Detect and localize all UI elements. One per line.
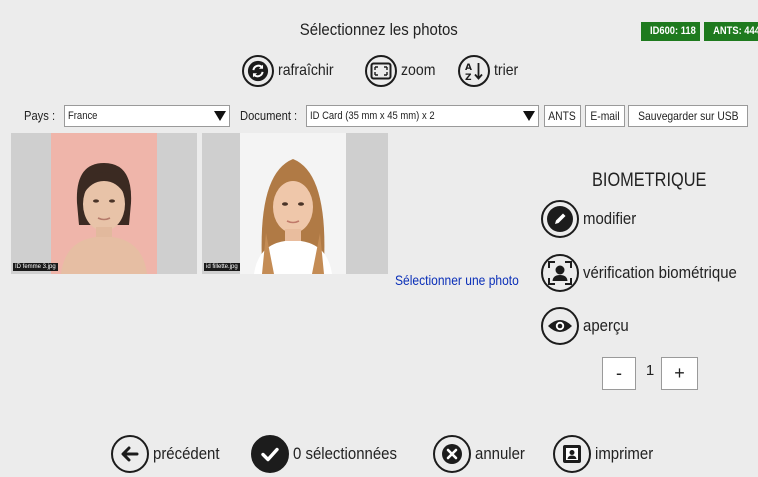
face-scan-icon xyxy=(541,254,579,292)
zoom-frame-icon xyxy=(365,55,397,87)
refresh-label: rafraîchir xyxy=(278,62,334,79)
selected-count-button[interactable]: 0 sélectionnées xyxy=(251,435,411,473)
increment-button[interactable]: + xyxy=(661,357,698,390)
biometric-verification-button[interactable]: vérification biométrique xyxy=(541,254,758,292)
cancel-button[interactable]: annuler xyxy=(433,435,532,473)
sort-label: trier xyxy=(494,62,519,79)
svg-text:A: A xyxy=(465,63,472,73)
previous-button[interactable]: précédent xyxy=(111,435,229,473)
preview-label: aperçu xyxy=(583,316,629,335)
photo-thumbnail[interactable]: ID femme 3.jpg xyxy=(11,133,197,274)
sort-button[interactable]: A Z trier xyxy=(458,55,522,87)
chevron-down-icon xyxy=(214,111,226,121)
pencil-icon xyxy=(541,200,579,238)
country-select[interactable]: France xyxy=(64,105,230,127)
decrement-button[interactable]: - xyxy=(602,357,636,390)
previous-label: précédent xyxy=(153,444,220,463)
sort-az-icon: A Z xyxy=(458,55,490,87)
refresh-icon xyxy=(242,55,274,87)
quantity-value: 1 xyxy=(645,362,655,379)
modify-label: modifier xyxy=(583,209,637,228)
email-button[interactable]: E-mail xyxy=(585,105,625,127)
id600-counter-badge: ID600: 118 xyxy=(641,22,700,41)
preview-button[interactable]: aperçu xyxy=(541,307,635,345)
print-button[interactable]: imprimer xyxy=(553,435,661,473)
woman-portrait-image xyxy=(61,163,147,274)
ants-counter-badge: ANTS: 444 xyxy=(704,22,758,41)
svg-text:Z: Z xyxy=(465,73,472,83)
photo-filename: ID femme 3.jpg xyxy=(13,263,58,271)
chevron-down-icon xyxy=(523,111,535,121)
biometric-verification-label: vérification biométrique xyxy=(583,263,737,282)
cancel-label: annuler xyxy=(475,444,525,463)
document-label: Document : xyxy=(240,108,298,123)
eye-icon xyxy=(541,307,579,345)
selected-count-label: 0 sélectionnées xyxy=(293,444,397,463)
photo-thumbnail[interactable]: id fillette.jpg xyxy=(202,133,388,274)
country-label: Pays : xyxy=(24,108,56,123)
biometric-title: BIOMETRIQUE xyxy=(592,170,707,191)
photo-filename: id fillette.jpg xyxy=(204,263,240,271)
save-usb-button[interactable]: Sauvegarder sur USB xyxy=(628,105,748,127)
ants-button[interactable]: ANTS xyxy=(544,105,581,127)
zoom-button[interactable]: zoom xyxy=(365,55,440,87)
select-photo-link[interactable]: Sélectionner une photo xyxy=(395,272,539,288)
print-photo-icon xyxy=(553,435,591,473)
arrow-left-icon xyxy=(111,435,149,473)
print-label: imprimer xyxy=(595,444,654,463)
refresh-button[interactable]: rafraîchir xyxy=(242,55,341,87)
close-icon xyxy=(433,435,471,473)
zoom-label: zoom xyxy=(401,62,436,79)
girl-portrait-image xyxy=(254,159,332,274)
modify-button[interactable]: modifier xyxy=(541,200,643,238)
document-select[interactable]: ID Card (35 mm x 45 mm) x 2 xyxy=(306,105,539,127)
checkmark-icon xyxy=(251,435,289,473)
